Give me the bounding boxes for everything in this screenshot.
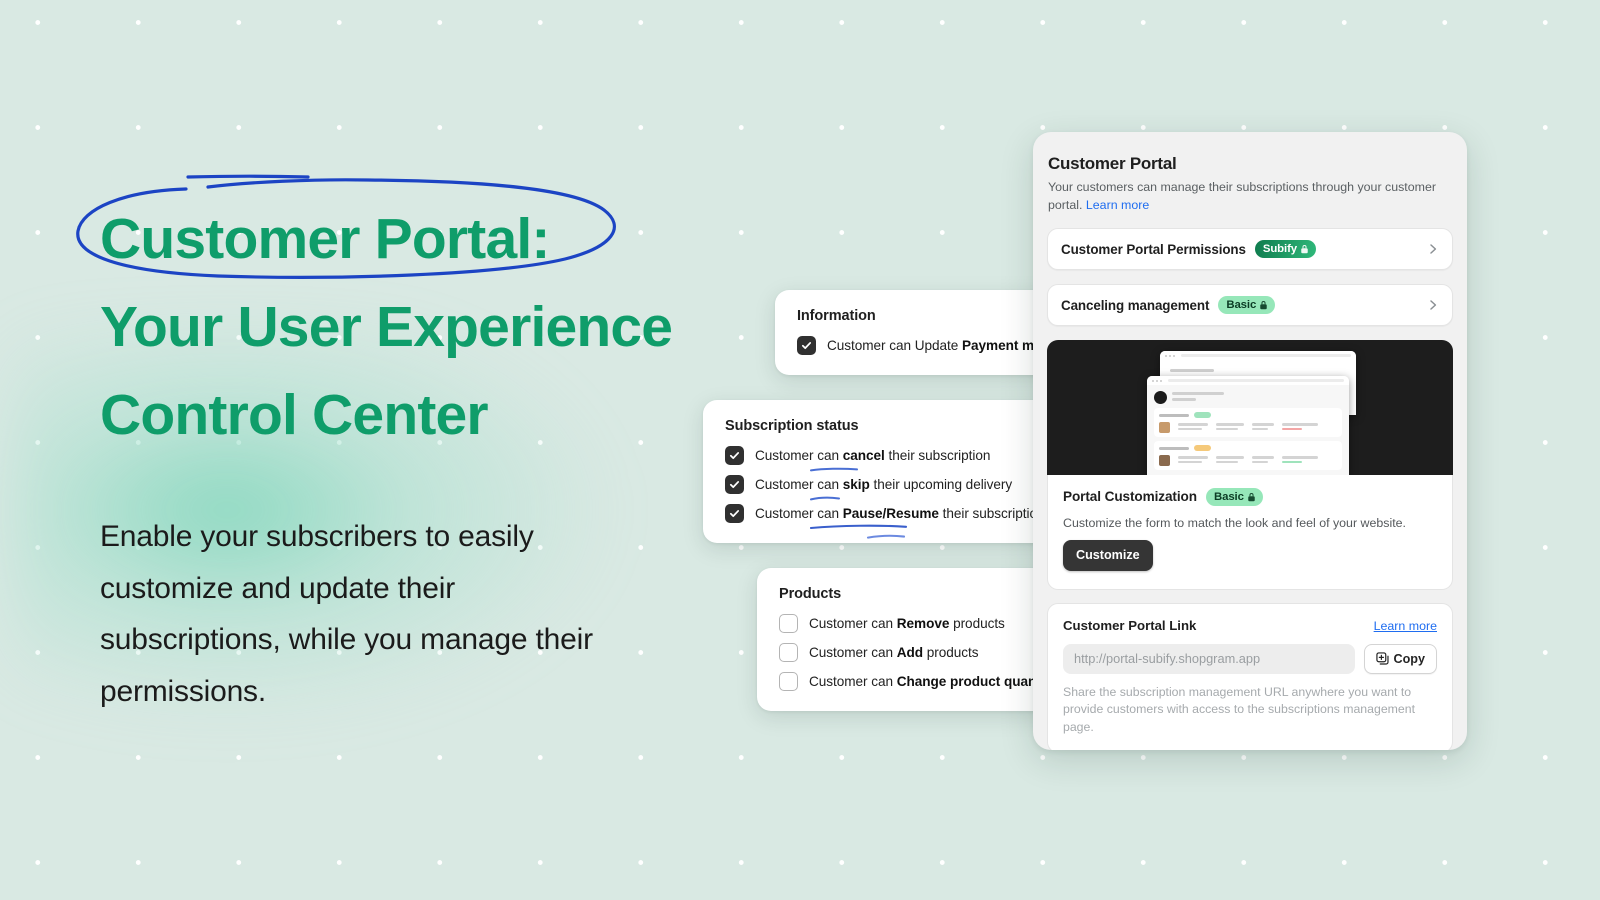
preview-subscription-block (1154, 441, 1342, 470)
chevron-right-icon[interactable] (1427, 243, 1439, 255)
row-customer-portal-permissions[interactable]: Customer Portal Permissions Subify (1047, 228, 1453, 270)
status-badge-basic: Basic (1218, 296, 1276, 314)
checkbox-unchecked-icon[interactable] (779, 643, 798, 662)
customize-button[interactable]: Customize (1063, 539, 1153, 571)
permission-label: Customer can skip their upcoming deliver… (755, 477, 1013, 492)
portal-preview-thumbnail (1047, 340, 1453, 475)
badge-label: Basic (1213, 490, 1244, 503)
hero-body-text: Enable your subscribers to easily custom… (100, 520, 593, 708)
headline-line-1: Customer Portal: (100, 207, 550, 271)
preview-footer (1147, 474, 1349, 475)
portal-link-note: Share the subscription management URL an… (1063, 684, 1415, 734)
checkbox-checked-icon[interactable] (725, 475, 744, 494)
preview-browser-bar (1147, 376, 1349, 385)
copy-icon (1375, 652, 1389, 665)
preview-browser-bar (1160, 351, 1356, 360)
headline-line-3: Control Center (100, 383, 489, 447)
underline-annotation-icon (810, 467, 858, 472)
preview-chip (1166, 365, 1350, 375)
checkbox-checked-icon[interactable] (797, 336, 816, 355)
status-badge-basic: Basic (1205, 488, 1263, 506)
preview-window-front (1147, 376, 1349, 475)
row-label: Canceling management (1061, 297, 1210, 313)
underline-annotation-icon (810, 496, 840, 501)
permission-label: Customer can Add products (809, 645, 979, 660)
panel-subtitle: Your customers can manage their subscrip… (1048, 180, 1436, 212)
preview-account-header (1147, 385, 1349, 408)
badge-label: Subify (1262, 242, 1298, 255)
headline-line-1-wrapper: Customer Portal: (76, 174, 780, 283)
checkbox-unchecked-icon[interactable] (779, 672, 798, 691)
status-badge-subify: Subify (1254, 240, 1317, 258)
hero-copy: Customer Portal: Your User Experience Co… (76, 174, 780, 717)
portal-link-title: Customer Portal Link (1063, 617, 1197, 633)
portal-customization-title: Portal Customization (1063, 489, 1197, 505)
card-customer-portal-link: Customer Portal Link Learn more Copy Sha… (1047, 602, 1453, 750)
permission-label: Customer can Remove products (809, 616, 1005, 631)
headline-line-2: Your User Experience (100, 295, 673, 359)
permission-label: Customer can Change product quantity (809, 674, 1057, 689)
copy-button[interactable]: Copy (1363, 643, 1437, 674)
portal-link-input[interactable] (1063, 643, 1355, 674)
customer-portal-panel: Customer Portal Your customers can manag… (1033, 132, 1467, 750)
checkbox-checked-icon[interactable] (725, 446, 744, 465)
preview-subscription-block (1154, 408, 1342, 437)
portal-customization-description: Customize the form to match the look and… (1063, 515, 1406, 530)
lock-icon (1301, 244, 1308, 253)
lock-icon (1248, 492, 1255, 501)
badge-label: Basic (1226, 298, 1257, 311)
checkbox-unchecked-icon[interactable] (779, 614, 798, 633)
copy-button-label: Copy (1393, 651, 1425, 666)
checkbox-checked-icon[interactable] (725, 504, 744, 523)
learn-more-link[interactable]: Learn more (1086, 198, 1149, 212)
underline-annotation-icon (810, 524, 908, 539)
card-portal-customization: Portal Customization Basic Customize the… (1047, 474, 1453, 590)
row-label: Customer Portal Permissions (1061, 241, 1246, 257)
row-canceling-management[interactable]: Canceling management Basic (1047, 284, 1453, 326)
learn-more-link[interactable]: Learn more (1374, 619, 1437, 633)
panel-title: Customer Portal (1048, 154, 1177, 173)
chevron-right-icon[interactable] (1427, 299, 1439, 311)
permission-label: Customer can cancel their subscription (755, 448, 991, 463)
lock-icon (1260, 300, 1267, 309)
